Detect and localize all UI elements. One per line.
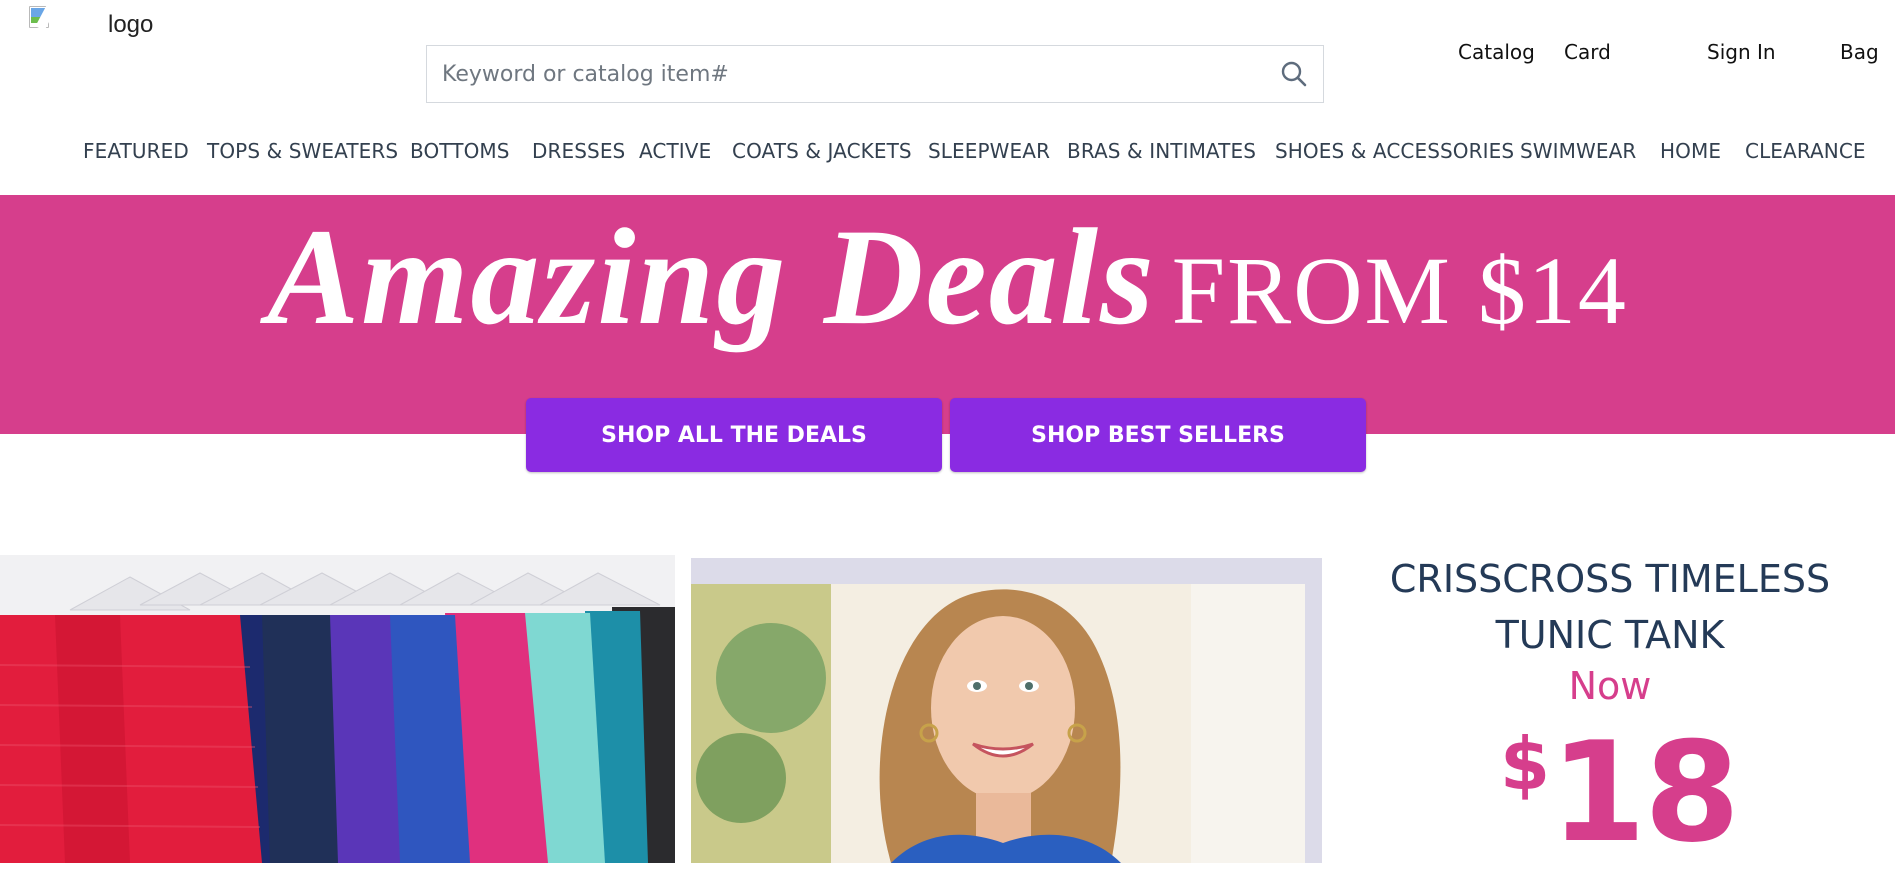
shop-all-deals-button[interactable]: SHOP ALL THE DEALS	[526, 398, 942, 472]
nav-item-sleepwear[interactable]: SLEEPWEAR	[928, 139, 1050, 163]
sign-in-link[interactable]: Sign In	[1707, 40, 1776, 64]
logo[interactable]: logo	[29, 3, 154, 38]
logo-alt-text: logo	[108, 11, 154, 38]
model-photo-illustration	[691, 558, 1322, 863]
nav-item-coats-jackets[interactable]: COATS & JACKETS	[732, 139, 912, 163]
nav-item-dresses[interactable]: DRESSES	[532, 139, 625, 163]
bag-link[interactable]: Bag	[1840, 40, 1879, 64]
broken-image-icon	[29, 3, 57, 31]
nav-item-tops-sweaters[interactable]: TOPS & SWEATERS	[207, 139, 398, 163]
hero-banner[interactable]: Amazing Deals FROM $14	[0, 195, 1895, 434]
hero-headline-italic: Amazing Deals	[267, 200, 1156, 353]
nav-item-swimwear[interactable]: SWIMWEAR	[1520, 139, 1636, 163]
promo-price: $18	[1500, 712, 1740, 873]
shop-best-sellers-button[interactable]: SHOP BEST SELLERS	[950, 398, 1366, 472]
nav-item-bottoms[interactable]: BOTTOMS	[410, 139, 510, 163]
cardigan-rack-image[interactable]	[0, 555, 675, 863]
nav-item-shoes-accessories[interactable]: SHOES & ACCESSORIES	[1275, 139, 1514, 163]
catalog-link[interactable]: Catalog	[1458, 40, 1535, 64]
promo-title-line-1: CRISSCROSS TIMELESS	[1389, 557, 1831, 601]
hero-headline-price: FROM $14	[1171, 237, 1628, 344]
cardigan-rack-illustration	[0, 555, 675, 863]
search-button[interactable]	[1279, 59, 1309, 89]
nav-item-active[interactable]: ACTIVE	[639, 139, 711, 163]
nav-item-clearance[interactable]: CLEARANCE	[1745, 139, 1866, 163]
nav-item-featured[interactable]: FEATURED	[83, 139, 189, 163]
hero-headline: Amazing Deals FROM $14	[0, 197, 1895, 356]
promo-title-line-2: TUNIC TANK	[1495, 613, 1725, 657]
model-photo[interactable]	[691, 558, 1322, 863]
search-icon	[1281, 61, 1307, 87]
nav-item-bras-intimates[interactable]: BRAS & INTIMATES	[1067, 139, 1256, 163]
search-input[interactable]	[442, 46, 1262, 102]
search-box	[426, 45, 1324, 103]
main-nav: FEATURED TOPS & SWEATERS BOTTOMS DRESSES…	[0, 139, 1895, 169]
nav-item-home[interactable]: HOME	[1660, 139, 1721, 163]
promo-now-label: Now	[1568, 664, 1652, 708]
promo-title[interactable]: CRISSCROSS TIMELESS TUNIC TANK	[1330, 551, 1890, 663]
promo-price-currency: $	[1500, 722, 1551, 806]
card-link[interactable]: Card	[1564, 40, 1611, 64]
promo-price-amount: 18	[1550, 712, 1740, 873]
